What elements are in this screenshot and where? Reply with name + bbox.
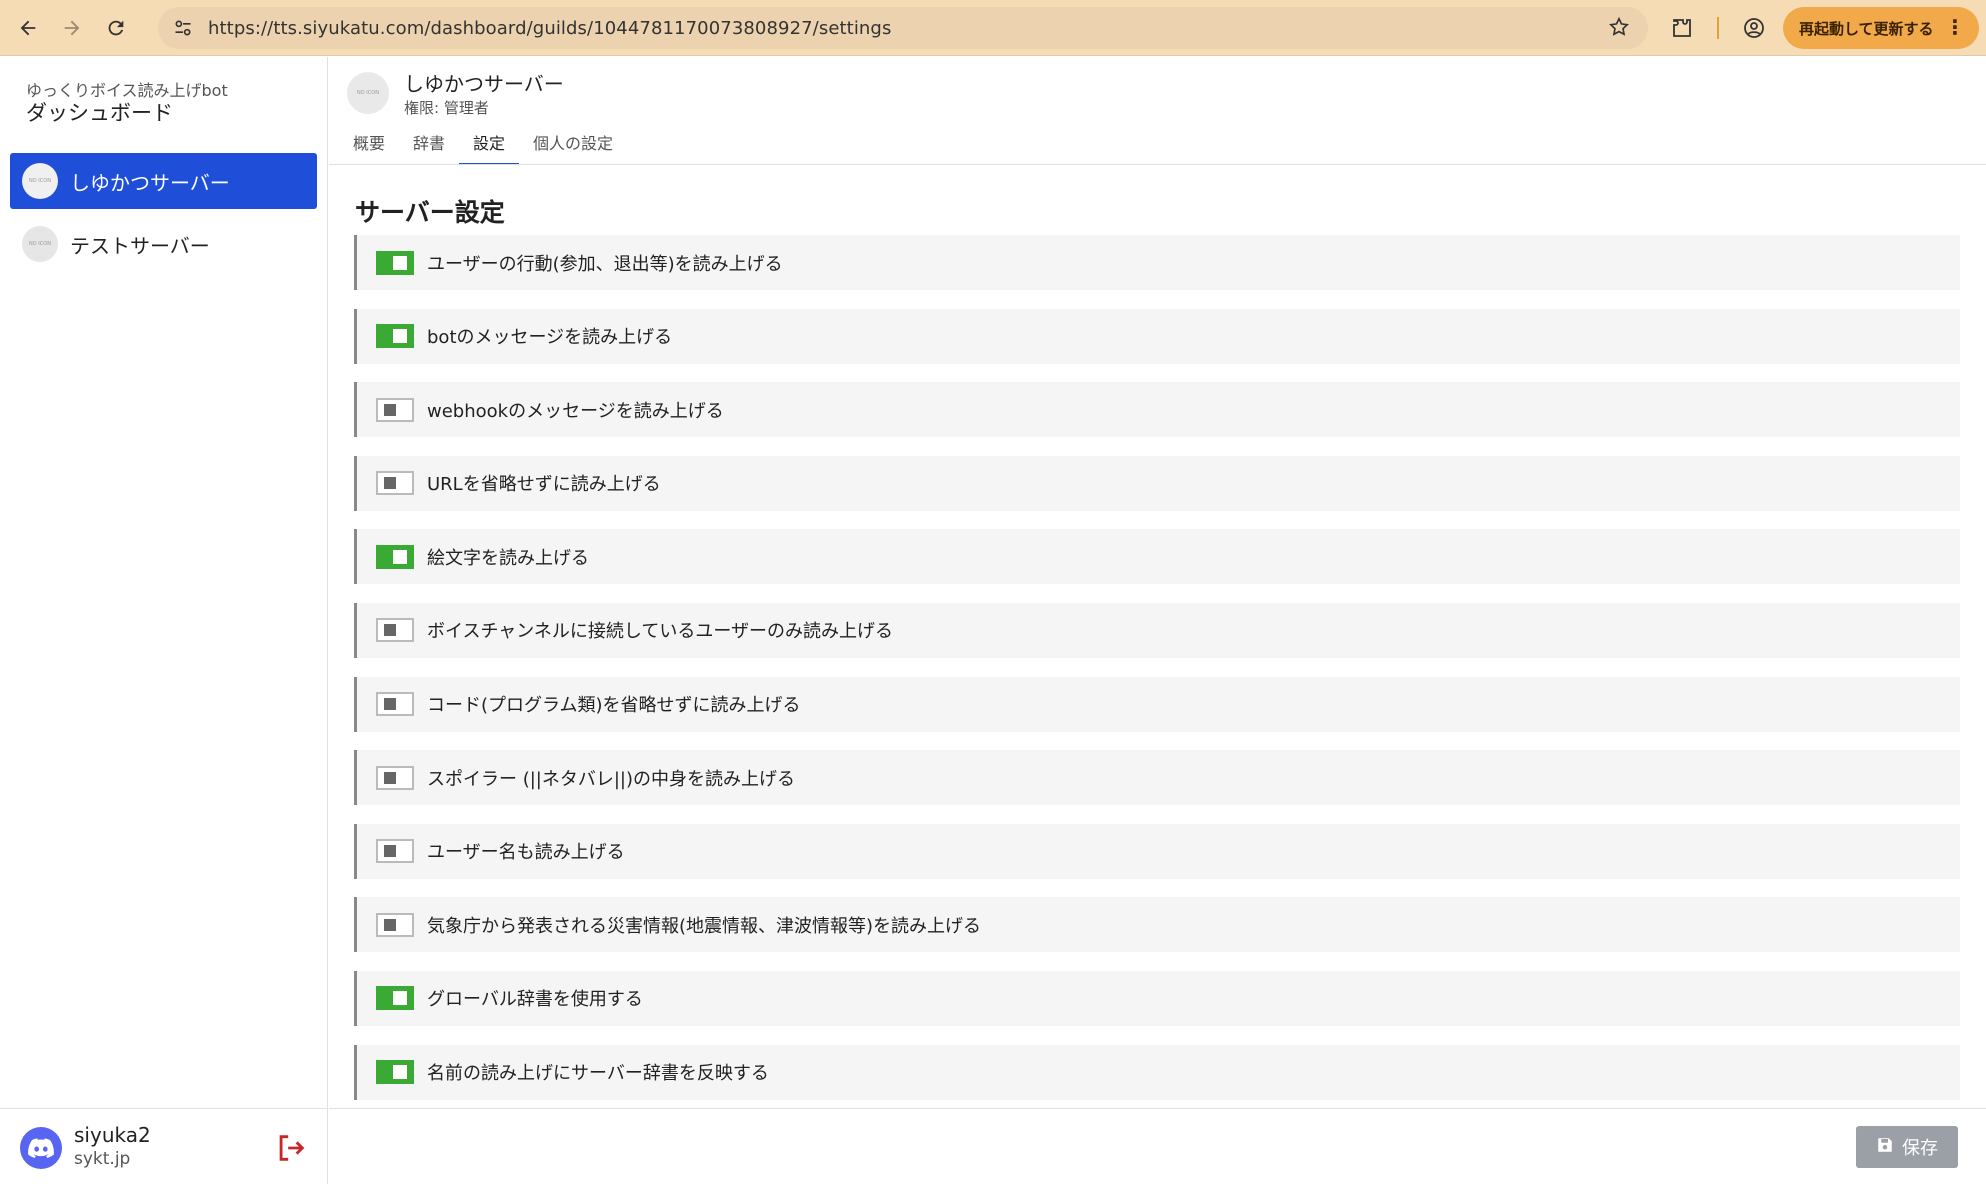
setting-row[interactable]: ユーザー名も読み上げる bbox=[354, 823, 1960, 879]
server-avatar: NO ICON bbox=[22, 226, 58, 262]
sidebar: ゆっくりボイス読み上げbot ダッシュボード NO ICON しゆかつサーバー … bbox=[0, 57, 328, 1184]
extensions-icon[interactable] bbox=[1666, 12, 1698, 44]
sidebar-item-server-2[interactable]: NO ICON テストサーバー bbox=[10, 216, 317, 272]
relaunch-update-button[interactable]: 再起動して更新する ⋮ bbox=[1783, 7, 1979, 49]
bookmark-star-icon[interactable] bbox=[1608, 16, 1630, 42]
user-panel: siyuka2 sykt.jp bbox=[0, 1108, 328, 1184]
setting-label: ボイスチャンネルに接続しているユーザーのみ読み上げる bbox=[427, 621, 894, 643]
server-title: しゆかつサーバー bbox=[404, 72, 564, 96]
setting-label: グローバル辞書を使用する bbox=[427, 989, 643, 1011]
setting-toggle[interactable] bbox=[376, 1060, 414, 1085]
setting-toggle[interactable] bbox=[376, 912, 414, 937]
setting-row[interactable]: ユーザーの行動(参加、退出等)を読み上げる bbox=[354, 235, 1960, 290]
discord-icon bbox=[20, 1127, 62, 1169]
settings-list: ユーザーの行動(参加、退出等)を読み上げる botのメッセージを読み上げる webh… bbox=[354, 235, 1960, 1118]
logout-icon[interactable] bbox=[274, 1131, 308, 1165]
setting-row[interactable]: 絵文字を読み上げる bbox=[354, 529, 1960, 585]
setting-label: 名前の読み上げにサーバー辞書を反映する bbox=[427, 1063, 769, 1085]
relaunch-update-label: 再起動して更新する bbox=[1799, 19, 1934, 38]
setting-toggle[interactable] bbox=[376, 397, 414, 422]
sidebar-item-label: テストサーバー bbox=[70, 233, 210, 258]
browser-toolbar: https://tts.siyukatu.com/dashboard/guild… bbox=[0, 0, 1986, 56]
menu-dots-icon[interactable]: ⋮ bbox=[1945, 15, 1965, 39]
tab-personal-settings[interactable]: 個人の設定 bbox=[519, 131, 627, 165]
setting-toggle[interactable] bbox=[376, 250, 414, 275]
sidebar-item-server-1[interactable]: NO ICON しゆかつサーバー bbox=[10, 153, 317, 209]
url-text: https://tts.siyukatu.com/dashboard/guild… bbox=[208, 17, 892, 39]
setting-toggle[interactable] bbox=[376, 839, 414, 864]
profile-icon[interactable] bbox=[1738, 12, 1770, 44]
setting-row[interactable]: 気象庁から発表される災害情報(地震情報、津波情報等)を読み上げる bbox=[354, 897, 1960, 953]
setting-row[interactable]: コード(プログラム類)を省略せずに読み上げる bbox=[354, 676, 1960, 732]
setting-row[interactable]: ボイスチャンネルに接続しているユーザーのみ読み上げる bbox=[354, 602, 1960, 658]
tab-settings[interactable]: 設定 bbox=[459, 131, 520, 165]
setting-toggle[interactable] bbox=[376, 765, 414, 790]
server-header-avatar: NO ICON bbox=[347, 72, 389, 114]
tabs-divider bbox=[329, 164, 1986, 165]
setting-label: ユーザーの行動(参加、退出等)を読み上げる bbox=[427, 253, 783, 275]
toolbar-divider bbox=[1717, 17, 1719, 39]
action-footer: 保存 bbox=[329, 1108, 1986, 1184]
tab-overview[interactable]: 概要 bbox=[339, 131, 399, 165]
tab-dictionary[interactable]: 辞書 bbox=[399, 131, 459, 165]
setting-label: botのメッセージを読み上げる bbox=[427, 327, 673, 349]
setting-toggle[interactable] bbox=[376, 544, 414, 569]
setting-label: URLを省略せずに読み上げる bbox=[427, 474, 661, 496]
setting-row[interactable]: 名前の読み上げにサーバー辞書を反映する bbox=[354, 1044, 1960, 1100]
setting-row[interactable]: URLを省略せずに読み上げる bbox=[354, 455, 1960, 511]
setting-toggle[interactable] bbox=[376, 986, 414, 1011]
back-icon[interactable] bbox=[12, 12, 44, 44]
section-title: サーバー設定 bbox=[355, 198, 505, 227]
setting-label: 気象庁から発表される災害情報(地震情報、津波情報等)を読み上げる bbox=[427, 915, 982, 937]
tab-bar: 概要 辞書 設定 個人の設定 bbox=[339, 131, 627, 165]
setting-label: コード(プログラム類)を省略せずに読み上げる bbox=[427, 695, 801, 717]
user-domain: sykt.jp bbox=[74, 1149, 131, 1169]
save-icon bbox=[1876, 1136, 1894, 1159]
reload-icon[interactable] bbox=[100, 12, 132, 44]
setting-row[interactable]: botのメッセージを読み上げる bbox=[354, 308, 1960, 364]
setting-toggle[interactable] bbox=[376, 618, 414, 643]
address-bar[interactable]: https://tts.siyukatu.com/dashboard/guild… bbox=[158, 7, 1648, 49]
sidebar-item-label: しゆかつサーバー bbox=[70, 170, 230, 195]
save-button[interactable]: 保存 bbox=[1856, 1126, 1958, 1168]
server-avatar: NO ICON bbox=[22, 163, 58, 199]
main-content: NO ICON しゆかつサーバー 権限: 管理者 概要 辞書 設定 個人の設定 … bbox=[329, 57, 1986, 1184]
user-name: siyuka2 bbox=[74, 1123, 151, 1147]
setting-toggle[interactable] bbox=[376, 324, 414, 349]
setting-row[interactable]: スポイラー (||ネタバレ||)の中身を読み上げる bbox=[354, 750, 1960, 806]
setting-row[interactable]: webhookのメッセージを読み上げる bbox=[354, 382, 1960, 438]
forward-icon[interactable] bbox=[56, 12, 88, 44]
setting-label: webhookのメッセージを読み上げる bbox=[427, 400, 724, 422]
save-label: 保存 bbox=[1902, 1138, 1938, 1159]
setting-toggle[interactable] bbox=[376, 471, 414, 496]
dashboard-title: ダッシュボード bbox=[26, 101, 173, 125]
site-settings-icon[interactable] bbox=[162, 7, 204, 49]
setting-toggle[interactable] bbox=[376, 692, 414, 717]
setting-label: ユーザー名も読み上げる bbox=[427, 842, 625, 864]
setting-label: スポイラー (||ネタバレ||)の中身を読み上げる bbox=[427, 768, 796, 790]
server-role: 権限: 管理者 bbox=[404, 99, 489, 117]
setting-row[interactable]: グローバル辞書を使用する bbox=[354, 970, 1960, 1026]
setting-label: 絵文字を読み上げる bbox=[427, 547, 589, 569]
